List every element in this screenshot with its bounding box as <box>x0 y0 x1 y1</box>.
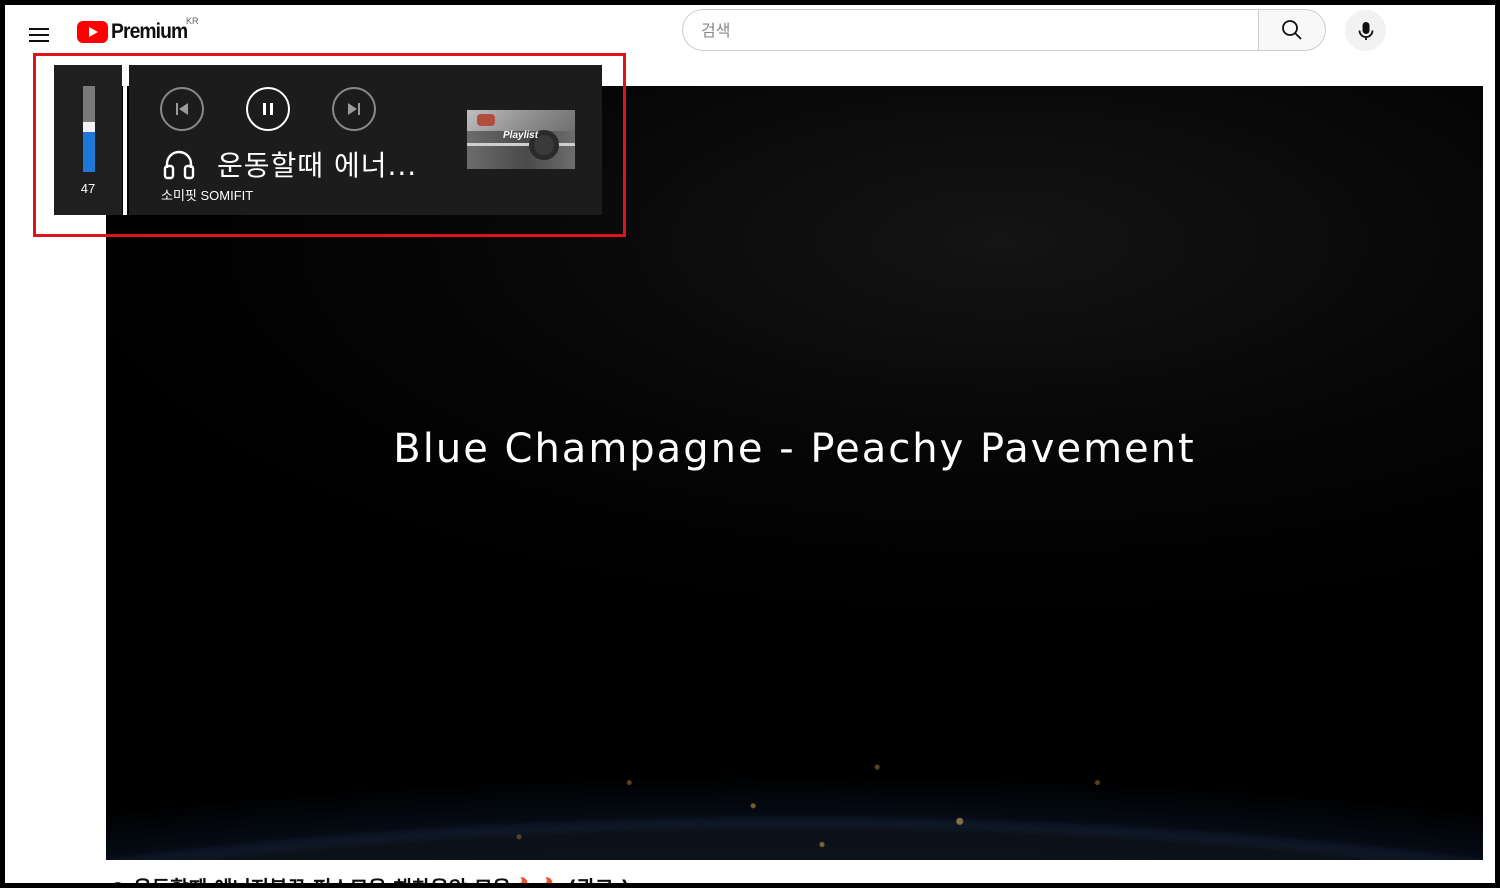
browser-page: Premium KR Blue Champagne - Peachy Pavem… <box>5 5 1495 883</box>
logo-text: Premium <box>111 20 188 43</box>
thumbnail-label: Playlist <box>503 130 539 141</box>
volume-fill <box>83 132 95 172</box>
next-track-icon <box>348 103 360 115</box>
thumbnail-shoe <box>477 114 495 126</box>
next-track-button[interactable] <box>332 87 376 131</box>
region-code: KR <box>186 16 199 26</box>
headphones-icon <box>163 150 195 180</box>
volume-thumb[interactable] <box>83 122 95 132</box>
previous-track-icon <box>176 103 188 115</box>
volume-value: 47 <box>80 181 96 196</box>
search-input[interactable] <box>683 10 1258 50</box>
video-title: ◎ 운동할때 에너지불끈 퍼스모음 해찬음악 모음🔥🔥 (광고 ) <box>109 872 630 883</box>
voice-search-button[interactable] <box>1345 10 1386 51</box>
track-artist: 소미핏 SOMIFIT <box>161 188 254 203</box>
search-icon <box>1282 20 1302 40</box>
flyout-divider <box>123 65 127 215</box>
youtube-logo-icon <box>77 21 108 43</box>
media-flyout: 47 운동할때 에너... 소미핏 SOMIFIT Playlist <box>54 65 602 215</box>
volume-panel: 47 <box>54 65 122 215</box>
pause-button[interactable] <box>246 87 290 131</box>
menu-icon[interactable] <box>25 20 55 50</box>
player-panel: 운동할때 에너... 소미핏 SOMIFIT Playlist <box>129 65 602 215</box>
mic-icon <box>1358 21 1373 40</box>
search-box <box>682 9 1258 51</box>
volume-slider[interactable] <box>83 86 95 172</box>
track-thumbnail[interactable]: Playlist <box>467 110 575 169</box>
youtube-premium-logo[interactable]: Premium <box>77 17 194 47</box>
pause-icon <box>263 103 273 115</box>
previous-track-button[interactable] <box>160 87 204 131</box>
video-overlay-title: Blue Champagne - Peachy Pavement <box>393 426 1196 472</box>
search-button[interactable] <box>1258 9 1326 51</box>
track-title: 운동할때 에너... <box>217 149 418 182</box>
